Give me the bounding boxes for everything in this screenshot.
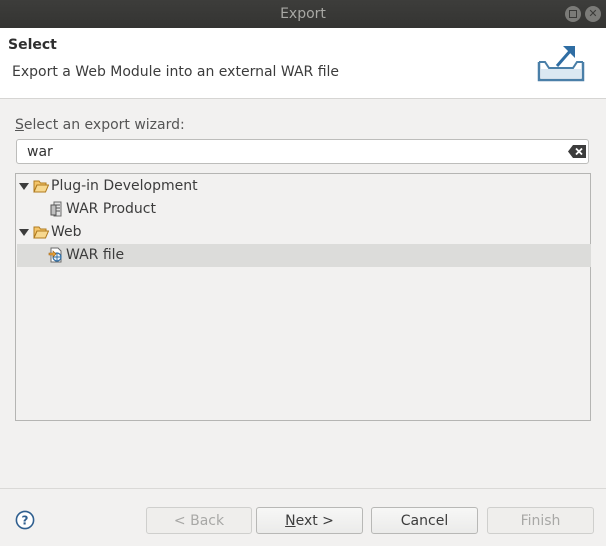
back-button[interactable]: < Back — [146, 507, 252, 534]
maximize-icon — [569, 10, 577, 18]
label-text: elect an export wizard: — [23, 117, 185, 133]
finish-button[interactable]: Finish — [487, 507, 594, 534]
footer-divider — [0, 488, 606, 489]
page-description: Export a Web Module into an external WAR… — [12, 64, 340, 80]
expand-arrow-icon[interactable] — [19, 229, 29, 236]
export-icon — [537, 46, 585, 82]
page-title: Select — [8, 37, 57, 53]
wizard-banner: Select Export a Web Module into an exter… — [0, 28, 606, 99]
expand-arrow-icon[interactable] — [19, 183, 29, 190]
tree-item-war-product[interactable]: WAR Product — [17, 198, 591, 221]
folder-open-icon — [33, 180, 49, 193]
folder-open-icon — [33, 226, 49, 239]
close-icon: ✕ — [588, 7, 598, 20]
tree-item-web[interactable]: Web — [17, 221, 591, 244]
filter-field[interactable] — [16, 139, 589, 164]
next-button[interactable]: Next > — [256, 507, 363, 534]
export-dialog: Export ✕ Select Export a Web Module into… — [0, 0, 606, 546]
clear-filter-icon[interactable] — [568, 145, 586, 158]
tree-item-label: Web — [51, 224, 82, 240]
close-button[interactable]: ✕ — [585, 6, 601, 22]
maximize-button[interactable] — [565, 6, 581, 22]
cancel-button[interactable]: Cancel — [371, 507, 478, 534]
wizard-tree[interactable]: Plug-in Development WAR Product Web WAR … — [15, 173, 591, 421]
window-title: Export — [280, 6, 326, 22]
tree-item-war-file[interactable]: WAR file — [17, 244, 591, 267]
tree-item-label: WAR file — [66, 247, 125, 263]
title-bar[interactable]: Export ✕ — [0, 0, 606, 28]
svg-text:?: ? — [22, 514, 29, 528]
next-mnemonic: N — [285, 513, 296, 529]
label-mnemonic: S — [15, 117, 24, 133]
filter-input[interactable] — [27, 142, 557, 161]
tree-item-label: WAR Product — [66, 201, 156, 217]
help-icon[interactable]: ? — [15, 510, 35, 530]
tree-item-plugin-development[interactable]: Plug-in Development — [17, 175, 591, 198]
wizard-select-label: Select an export wizard: — [15, 117, 185, 133]
next-label: ext > — [295, 513, 334, 529]
war-product-icon — [50, 201, 62, 217]
tree-item-label: Plug-in Development — [51, 178, 198, 194]
war-file-icon — [48, 247, 62, 263]
